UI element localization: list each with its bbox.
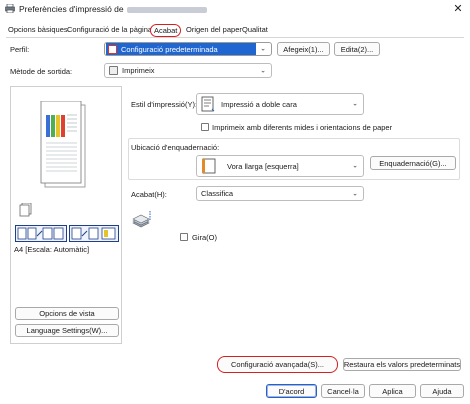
tab-page-setup[interactable]: Configuració de la pàgina xyxy=(65,24,154,37)
finishing-value: Classifica xyxy=(201,189,234,198)
ok-button[interactable]: D'acord xyxy=(266,384,317,398)
rotate-checkbox[interactable] xyxy=(180,233,188,241)
finishing-label: Acabat(H): xyxy=(131,190,167,199)
binding-button[interactable]: Enquadernació(G)... xyxy=(370,156,456,170)
tab-finishing[interactable]: Acabat xyxy=(150,24,182,37)
binding-value: Vora llarga [esquerra] xyxy=(227,161,299,171)
binding-select[interactable]: Vora llarga [esquerra] ⌄ xyxy=(196,155,364,177)
profile-doc-icon xyxy=(108,44,117,54)
output-method-select[interactable]: Imprimeix ⌄ xyxy=(104,63,272,78)
help-button[interactable]: Ajuda xyxy=(420,384,464,398)
print-style-value: Impressió a doble cara xyxy=(221,99,297,109)
restore-defaults-button[interactable]: Restaura els valors predeterminats xyxy=(343,358,461,371)
view-options-button[interactable]: Opcions de vista xyxy=(15,307,119,320)
rotate-label: Gira(O) xyxy=(192,233,217,242)
tab-paper-source[interactable]: Origen del paper xyxy=(184,24,244,37)
page-preview-image xyxy=(40,100,86,188)
close-icon[interactable]: ✕ xyxy=(449,1,467,17)
page-preview xyxy=(39,100,89,189)
printer-name-redacted xyxy=(126,6,207,13)
language-settings-button[interactable]: Language Settings(W)... xyxy=(15,324,119,337)
window-title: Preferències d'impressió de xyxy=(19,4,207,14)
window-title-text: Preferències d'impressió de xyxy=(19,4,124,14)
title-bar: Preferències d'impressió de ✕ xyxy=(0,0,470,18)
output-method-value: Imprimeix xyxy=(122,66,155,75)
layout-preview-left xyxy=(15,225,67,242)
binding-group-label: Ubicació d'enquadernació: xyxy=(131,143,220,152)
printer-icon xyxy=(109,66,118,75)
edit-profile-button[interactable]: Edita(2)... xyxy=(334,42,380,56)
mixed-sizes-label: Imprimeix amb diferents mides i orientac… xyxy=(212,123,393,132)
output-method-label: Mètode de sortida: xyxy=(10,67,73,76)
finishing-select[interactable]: Classifica ⌄ xyxy=(196,186,364,201)
profile-label: Perfil: xyxy=(10,45,30,54)
profile-select[interactable]: Configuració predeterminada ⌄ xyxy=(104,42,272,56)
advanced-settings-button[interactable]: Configuració avançada(S)... xyxy=(217,356,338,373)
duplex-icon xyxy=(201,96,215,112)
chevron-down-icon: ⌄ xyxy=(260,67,266,75)
print-style-select[interactable]: Impressió a doble cara ⌄ xyxy=(196,93,364,115)
layout-preview-right xyxy=(69,225,119,242)
mixed-sizes-checkbox[interactable] xyxy=(201,123,209,131)
rotate-output-icon xyxy=(131,209,155,231)
profile-selected-item: Configuració predeterminada xyxy=(106,43,256,55)
cancel-button[interactable]: Cancel·la xyxy=(321,384,365,398)
apply-button[interactable]: Aplica xyxy=(369,384,416,398)
tab-basic-options[interactable]: Opcions bàsiques xyxy=(6,24,70,37)
preview-caption: A4 [Escala: Automàtic] xyxy=(14,245,90,254)
tab-divider xyxy=(6,37,464,38)
add-profile-button[interactable]: Afegeix(1)... xyxy=(277,42,330,56)
preview-panel: A4 [Escala: Automàtic] Opcions de vista … xyxy=(10,86,122,344)
chevron-down-icon: ⌄ xyxy=(260,45,266,53)
chevron-down-icon: ⌄ xyxy=(352,100,358,108)
stacked-pages-icon xyxy=(19,202,33,217)
chevron-down-icon: ⌄ xyxy=(352,162,358,170)
print-style-label: Estil d'impressió(Y): xyxy=(131,100,198,109)
profile-value: Configuració predeterminada xyxy=(121,44,218,54)
tab-quality[interactable]: Qualitat xyxy=(240,24,270,37)
chevron-down-icon: ⌄ xyxy=(352,190,358,198)
binding-edge-icon xyxy=(202,158,216,174)
printer-icon xyxy=(5,3,15,14)
